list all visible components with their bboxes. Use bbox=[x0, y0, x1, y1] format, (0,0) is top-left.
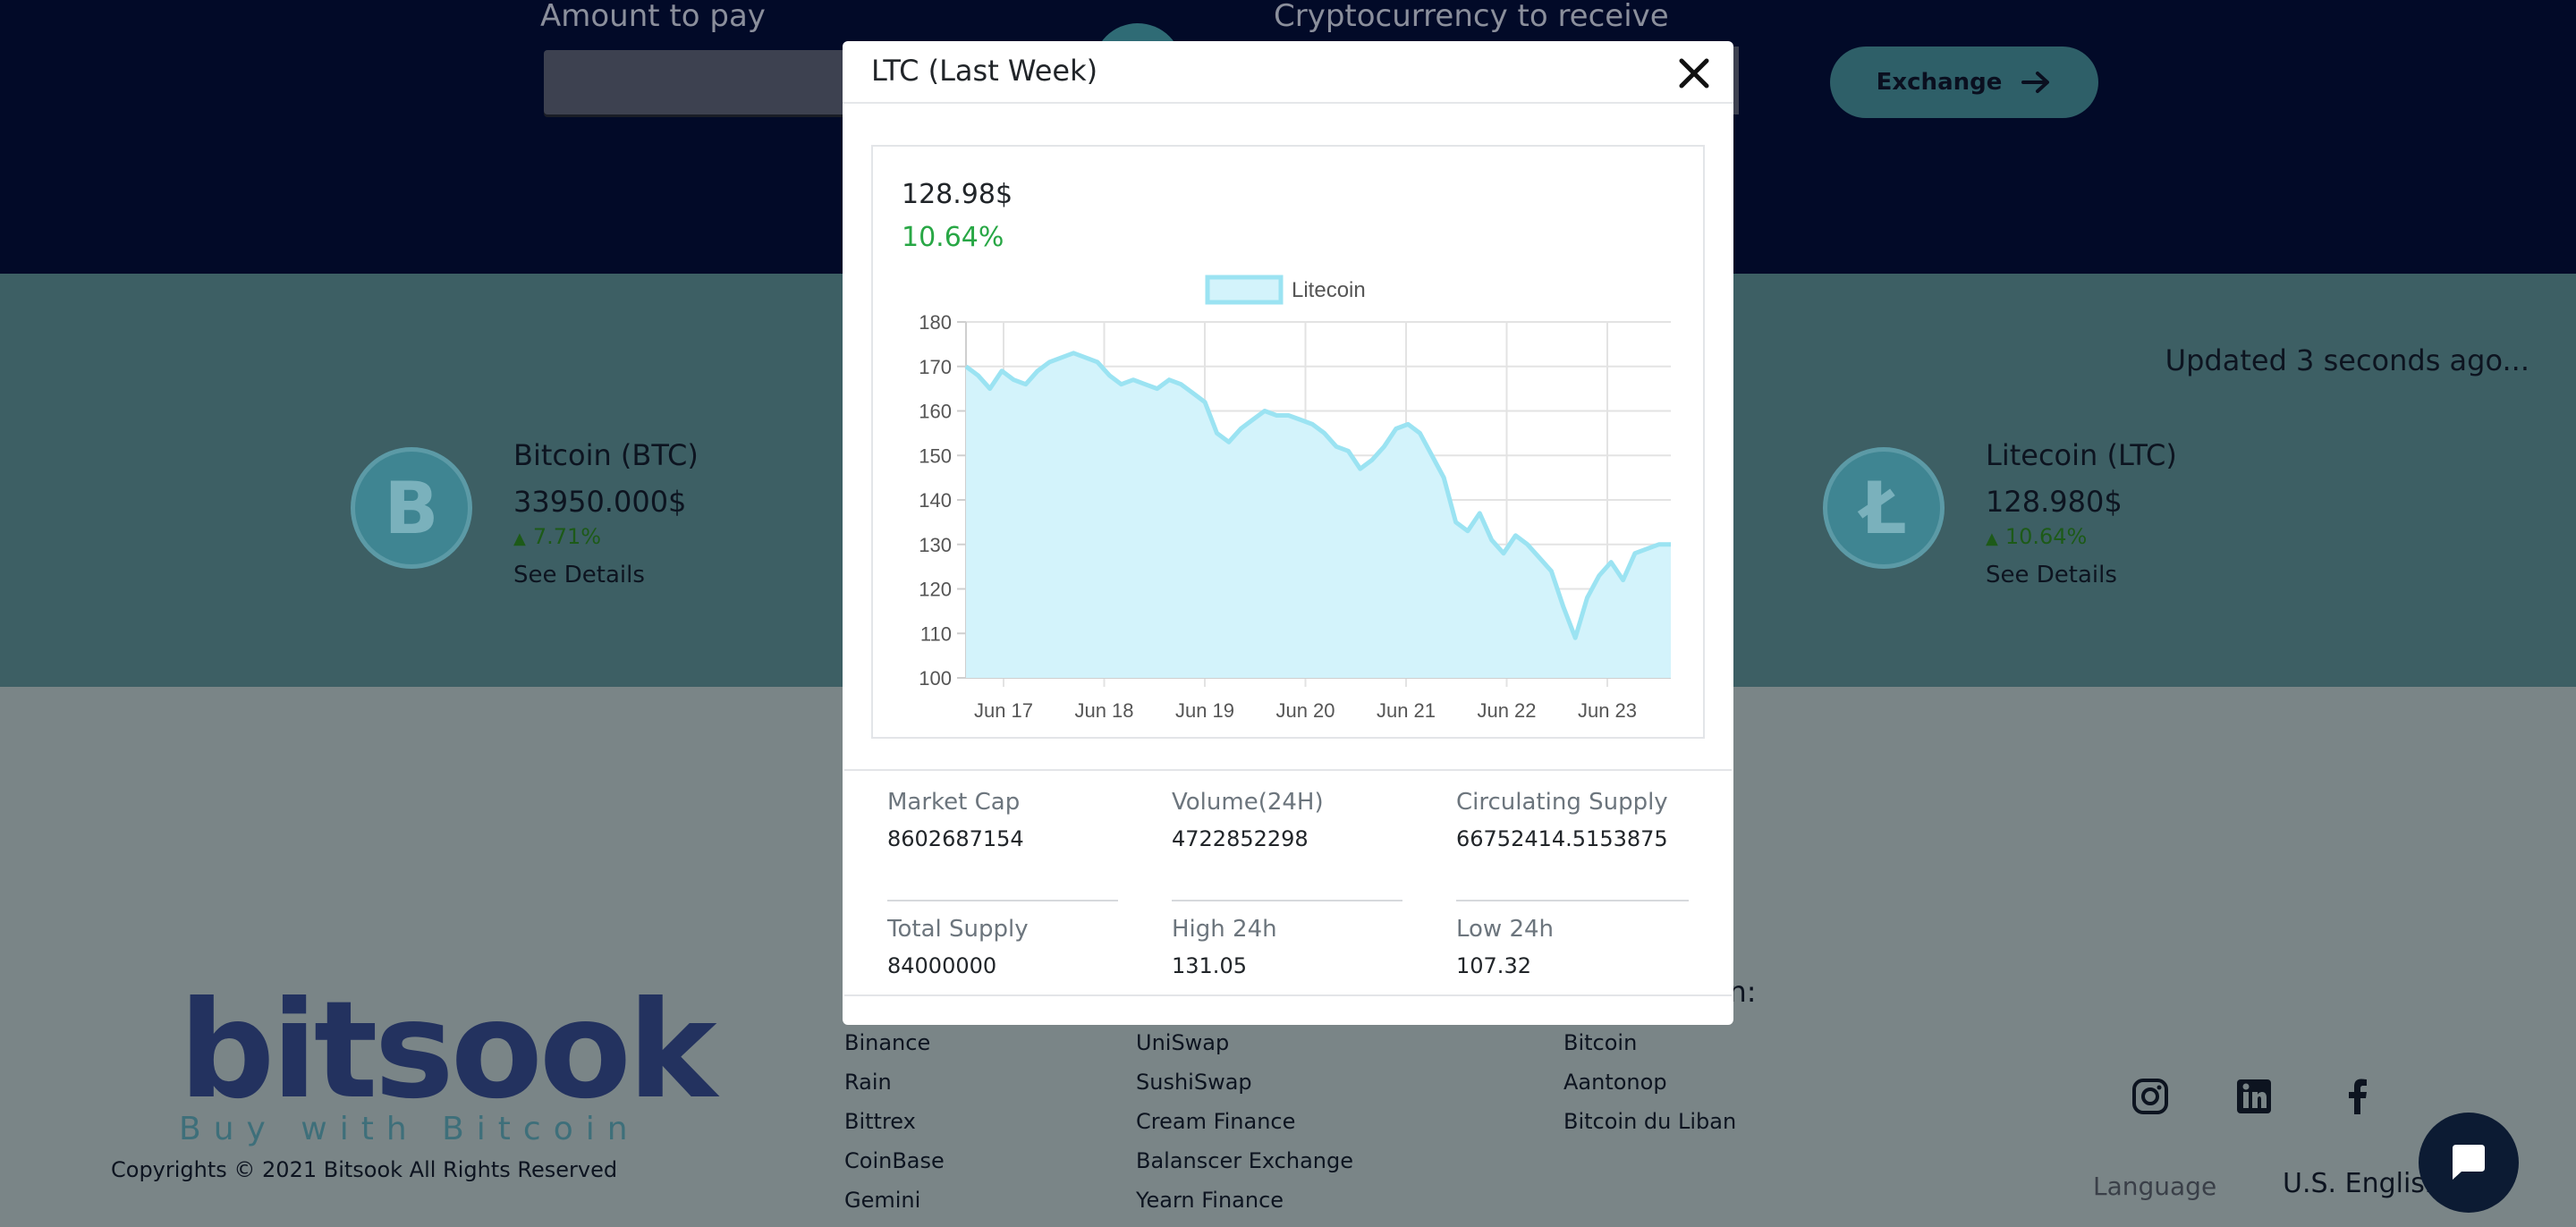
stat-divider bbox=[1456, 900, 1689, 901]
coin-change: ▲ 10.64% bbox=[1986, 524, 2087, 549]
footer-link[interactable]: Bitcoin du Liban bbox=[1563, 1109, 1736, 1148]
x-tick-label: Jun 20 bbox=[1275, 699, 1335, 722]
x-tick-label: Jun 17 bbox=[974, 699, 1033, 722]
x-tick-label: Jun 21 bbox=[1377, 699, 1436, 722]
language-select[interactable]: U.S. English bbox=[2283, 1168, 2442, 1199]
footer-col-learn: Bitcoin Aantonop Bitcoin du Liban bbox=[1563, 1030, 1736, 1148]
see-details-link[interactable]: See Details bbox=[513, 562, 645, 588]
stat-value: 4722852298 bbox=[1172, 826, 1309, 851]
linkedin-icon[interactable] bbox=[2234, 1077, 2274, 1116]
stat-market-cap: Market Cap 8602687154 bbox=[887, 789, 1118, 901]
y-tick-label: 140 bbox=[919, 489, 952, 512]
coin-change: ▲ 7.71% bbox=[513, 524, 601, 549]
footer-col-exchanges: Binance Rain Bittrex CoinBase Gemini bbox=[844, 1030, 945, 1227]
chat-button[interactable] bbox=[2419, 1113, 2519, 1213]
coin-change-value: 7.71% bbox=[532, 524, 602, 549]
stat-value: 84000000 bbox=[887, 953, 997, 978]
x-tick-label: Jun 22 bbox=[1477, 699, 1536, 722]
up-arrow-icon: ▲ bbox=[513, 529, 526, 548]
stat-divider bbox=[887, 900, 1118, 901]
footer-logo: bitsook Buy with Bitcoin bbox=[179, 973, 717, 1147]
coin-name: Litecoin (LTC) bbox=[1986, 438, 2177, 472]
y-tick-label: 120 bbox=[919, 579, 952, 601]
stat-label: Circulating Supply bbox=[1456, 789, 1668, 816]
y-tick-label: 110 bbox=[920, 622, 952, 645]
y-tick-label: 100 bbox=[919, 667, 952, 690]
stat-label: Low 24h bbox=[1456, 916, 1555, 943]
x-tick-label: Jun 23 bbox=[1578, 699, 1637, 722]
footer-link[interactable]: Balanscer Exchange bbox=[1136, 1148, 1353, 1188]
exchange-button[interactable]: Exchange bbox=[1830, 47, 2098, 118]
footer-link[interactable]: Rain bbox=[844, 1070, 945, 1109]
amount-input[interactable] bbox=[544, 50, 848, 114]
language-label: Language bbox=[2093, 1172, 2217, 1201]
footer-link[interactable]: Bitcoin bbox=[1563, 1030, 1736, 1070]
stat-volume: Volume(24H) 4722852298 bbox=[1172, 789, 1402, 901]
footer-col-defi: UniSwap SushiSwap Cream Finance Balansce… bbox=[1136, 1030, 1353, 1227]
stat-low-24h: Low 24h 107.32 bbox=[1456, 916, 1687, 978]
coin-details-modal: LTC (Last Week) 128.98$ 10.64% 100 110 120… bbox=[843, 41, 1733, 1025]
facebook-icon[interactable] bbox=[2338, 1077, 2377, 1116]
footer-link[interactable]: Binance bbox=[844, 1030, 945, 1070]
stat-label: Total Supply bbox=[887, 916, 1029, 943]
amount-label: Amount to pay bbox=[540, 0, 766, 34]
y-tick-label: 130 bbox=[919, 534, 952, 556]
price-chart: 100 110 120 130 140 150 160 170 180 Jun 17 Jun 18 J… bbox=[919, 275, 1671, 722]
chat-bubble-icon bbox=[2453, 1145, 2485, 1180]
chart-card: 128.98$ 10.64% 100 110 120 130 140 150 160 170 1… bbox=[871, 145, 1705, 739]
footer-link[interactable]: UniSwap bbox=[1136, 1030, 1353, 1070]
see-details-link[interactable]: See Details bbox=[1986, 562, 2117, 588]
y-tick-label: 180 bbox=[919, 311, 952, 334]
stat-label: Market Cap bbox=[887, 789, 1021, 816]
up-arrow-icon: ▲ bbox=[1986, 529, 1998, 548]
updated-text: Updated 3 seconds ago... bbox=[2165, 343, 2529, 377]
stat-value: 66752414.5153875 bbox=[1456, 826, 1668, 851]
crypto-label: Cryptocurrency to receive bbox=[1274, 0, 1669, 34]
copyright: Copyrights © 2021 Bitsook All Rights Res… bbox=[111, 1157, 618, 1182]
coin-change-value: 10.64% bbox=[2004, 524, 2088, 549]
brand-word: bitsook bbox=[179, 973, 717, 1129]
stat-value: 107.32 bbox=[1456, 953, 1531, 978]
modal-header: LTC (Last Week) bbox=[843, 41, 1733, 104]
footer-link[interactable]: CoinBase bbox=[844, 1148, 945, 1188]
footer-link[interactable]: Yearn Finance bbox=[1136, 1188, 1353, 1227]
arrow-right-icon bbox=[2021, 72, 2050, 93]
legend-label: Litecoin bbox=[1292, 278, 1366, 302]
footer-link[interactable]: SushiSwap bbox=[1136, 1070, 1353, 1109]
footer-link[interactable]: Cream Finance bbox=[1136, 1109, 1353, 1148]
stat-label: High 24h bbox=[1172, 916, 1277, 943]
stat-value: 131.05 bbox=[1172, 953, 1247, 978]
footer-link[interactable]: Aantonop bbox=[1563, 1070, 1736, 1109]
modal-title: LTC (Last Week) bbox=[871, 54, 1098, 88]
x-tick-label: Jun 19 bbox=[1175, 699, 1234, 722]
footer-link[interactable]: Gemini bbox=[844, 1188, 945, 1227]
stat-total-supply: Total Supply 84000000 bbox=[887, 916, 1118, 978]
brand-tagline: Buy with Bitcoin bbox=[179, 1111, 640, 1147]
close-icon[interactable] bbox=[1676, 55, 1712, 91]
coin-name: Bitcoin (BTC) bbox=[513, 438, 699, 472]
y-tick-label: 160 bbox=[919, 401, 952, 423]
bitcoin-icon: B bbox=[351, 447, 472, 569]
x-tick-label: Jun 18 bbox=[1074, 699, 1133, 722]
stat-divider bbox=[1172, 900, 1402, 901]
coin-price: 128.980$ bbox=[1986, 485, 2123, 519]
coin-price: 33950.000$ bbox=[513, 485, 687, 519]
exchange-button-label: Exchange bbox=[1876, 69, 2003, 96]
stat-high-24h: High 24h 131.05 bbox=[1172, 916, 1402, 978]
stat-circulating-supply: Circulating Supply 66752414.5153875 bbox=[1456, 789, 1689, 901]
y-tick-label: 170 bbox=[919, 356, 952, 378]
legend-swatch bbox=[1205, 275, 1284, 305]
footer-link[interactable]: Bittrex bbox=[844, 1109, 945, 1148]
stat-value: 8602687154 bbox=[887, 826, 1024, 851]
instagram-icon[interactable] bbox=[2131, 1077, 2170, 1116]
series-area bbox=[966, 352, 1671, 678]
stats-panel: Market Cap 8602687154 Volume(24H) 472285… bbox=[844, 769, 1732, 996]
stat-label: Volume(24H) bbox=[1172, 789, 1324, 816]
litecoin-icon: Ł bbox=[1823, 447, 1945, 569]
y-tick-label: 150 bbox=[919, 444, 952, 467]
